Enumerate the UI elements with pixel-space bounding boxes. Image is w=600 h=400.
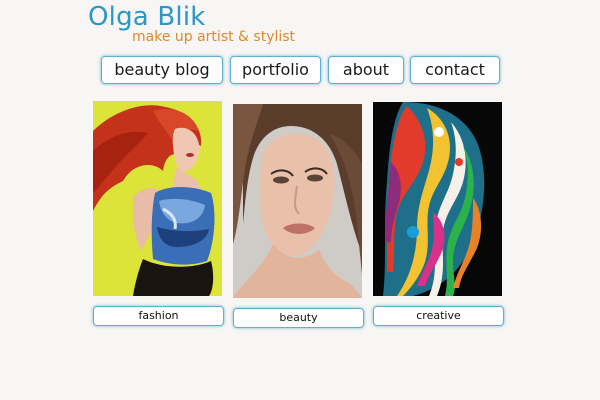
creative-button[interactable]: creative [373,306,504,326]
nav-about-button[interactable]: about [328,56,404,84]
beauty-photo-illustration [233,104,362,298]
fashion-photo[interactable] [93,101,222,296]
page: Olga Blik make up artist & stylist beaut… [0,0,600,400]
fashion-button[interactable]: fashion [93,306,224,326]
creative-photo[interactable] [373,102,502,296]
fashion-photo-illustration [93,101,222,296]
beauty-photo[interactable] [233,104,362,298]
nav-contact-button[interactable]: contact [410,56,500,84]
nav-portfolio-button[interactable]: portfolio [230,56,321,84]
site-tagline: make up artist & stylist [132,29,296,45]
nav-beauty-blog-button[interactable]: beauty blog [101,56,223,84]
creative-photo-illustration [373,102,502,296]
beauty-button[interactable]: beauty [233,308,364,328]
